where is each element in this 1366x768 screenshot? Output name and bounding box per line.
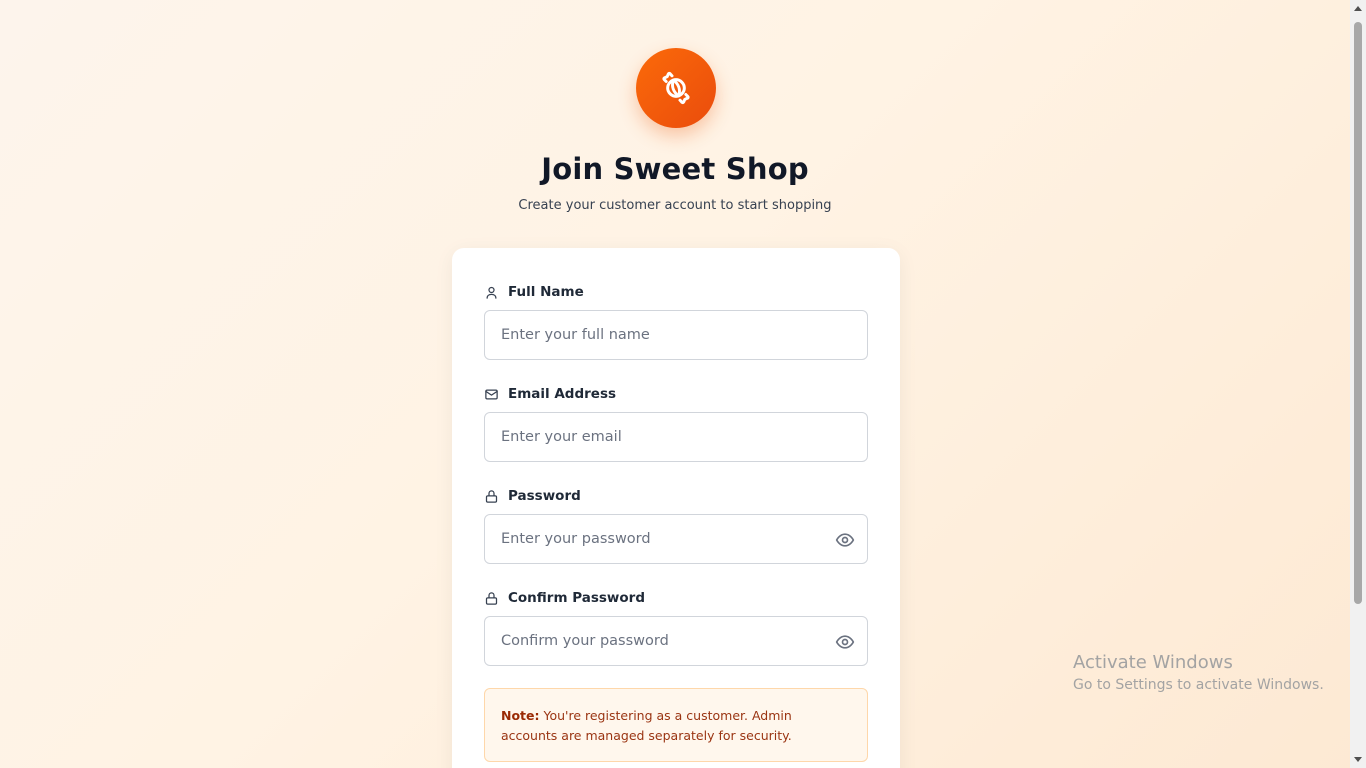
note-text: You're registering as a customer. Admin … [501,708,792,743]
windows-activation-watermark: Activate Windows Go to Settings to activ… [1073,652,1324,693]
user-icon [486,286,497,299]
email-label: Email Address [508,386,617,402]
customer-note: Note: You're registering as a customer. … [484,688,868,762]
eye-icon [835,533,855,547]
lock-icon [485,489,498,503]
email-input[interactable] [501,429,851,445]
password-field: Password [484,486,868,564]
registration-page: Join Sweet Shop Create your customer acc… [0,0,1350,768]
logo [636,48,716,128]
full-name-input-box [484,310,868,360]
confirm-password-field: Confirm Password [484,588,868,666]
candy-icon [662,71,690,105]
scroll-thumb[interactable] [1354,22,1362,604]
password-label: Password [508,488,581,504]
scroll-down-arrow[interactable] [1354,757,1362,762]
note-prefix: Note: [501,708,540,723]
password-input[interactable] [501,531,821,547]
mail-icon [485,389,498,399]
show-password-toggle[interactable] [835,530,855,550]
password-input-box [484,514,868,564]
email-input-box [484,412,868,462]
page-subtitle: Create your customer account to start sh… [518,198,832,213]
confirm-password-label: Confirm Password [508,590,646,606]
watermark-subtitle: Go to Settings to activate Windows. [1073,677,1324,693]
watermark-title: Activate Windows [1073,652,1233,673]
registration-card: Full Name Email Address [452,248,900,768]
scroll-up-arrow[interactable] [1354,6,1362,11]
vertical-scrollbar[interactable] [1350,0,1366,768]
confirm-password-input[interactable] [501,633,821,649]
eye-icon [835,635,855,649]
email-field: Email Address [484,384,868,462]
show-confirm-password-toggle[interactable] [835,632,855,652]
page-title: Join Sweet Shop [541,152,809,186]
full-name-input[interactable] [501,327,851,343]
full-name-label: Full Name [508,284,584,300]
full-name-field: Full Name [484,282,868,360]
confirm-password-input-box [484,616,868,666]
lock-icon [485,591,498,605]
